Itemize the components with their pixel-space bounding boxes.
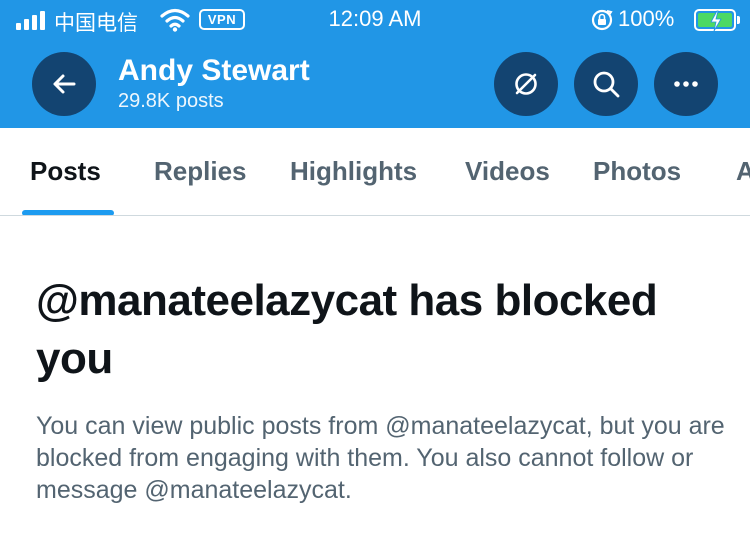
tab-videos[interactable]: Videos	[465, 156, 550, 187]
grok-button[interactable]	[494, 52, 558, 116]
tab-replies[interactable]: Replies	[154, 156, 247, 187]
tab-photos[interactable]: Photos	[593, 156, 681, 187]
more-button[interactable]	[654, 52, 718, 116]
active-tab-indicator	[22, 210, 114, 215]
rotation-lock-icon	[590, 8, 614, 37]
grok-icon	[515, 73, 537, 95]
blocked-title: @manateelazycat has blocked you	[36, 276, 658, 383]
arrow-left-icon	[53, 74, 76, 94]
profile-name: Andy Stewart	[118, 54, 310, 87]
battery-charging-icon	[694, 9, 740, 32]
search-button[interactable]	[574, 52, 638, 116]
blocked-description: You can view public posts from @manateel…	[36, 412, 725, 504]
tab-posts[interactable]: Posts	[30, 156, 101, 187]
back-button[interactable]	[32, 52, 96, 116]
more-icon	[674, 81, 698, 87]
profile-tabs: Posts Replies Highlights Videos Photos A	[0, 128, 750, 216]
tab-overflow[interactable]: A	[736, 156, 750, 187]
battery-percent: 100%	[618, 6, 675, 31]
tab-highlights[interactable]: Highlights	[290, 156, 417, 187]
profile-header: 中国电信 VPN 12:09 AM 100% Andy Stewart 29.8…	[0, 0, 750, 128]
status-bar: 中国电信 VPN 12:09 AM 100%	[0, 0, 750, 40]
search-icon	[593, 71, 620, 98]
posts-count: 29.8K posts	[118, 90, 224, 112]
